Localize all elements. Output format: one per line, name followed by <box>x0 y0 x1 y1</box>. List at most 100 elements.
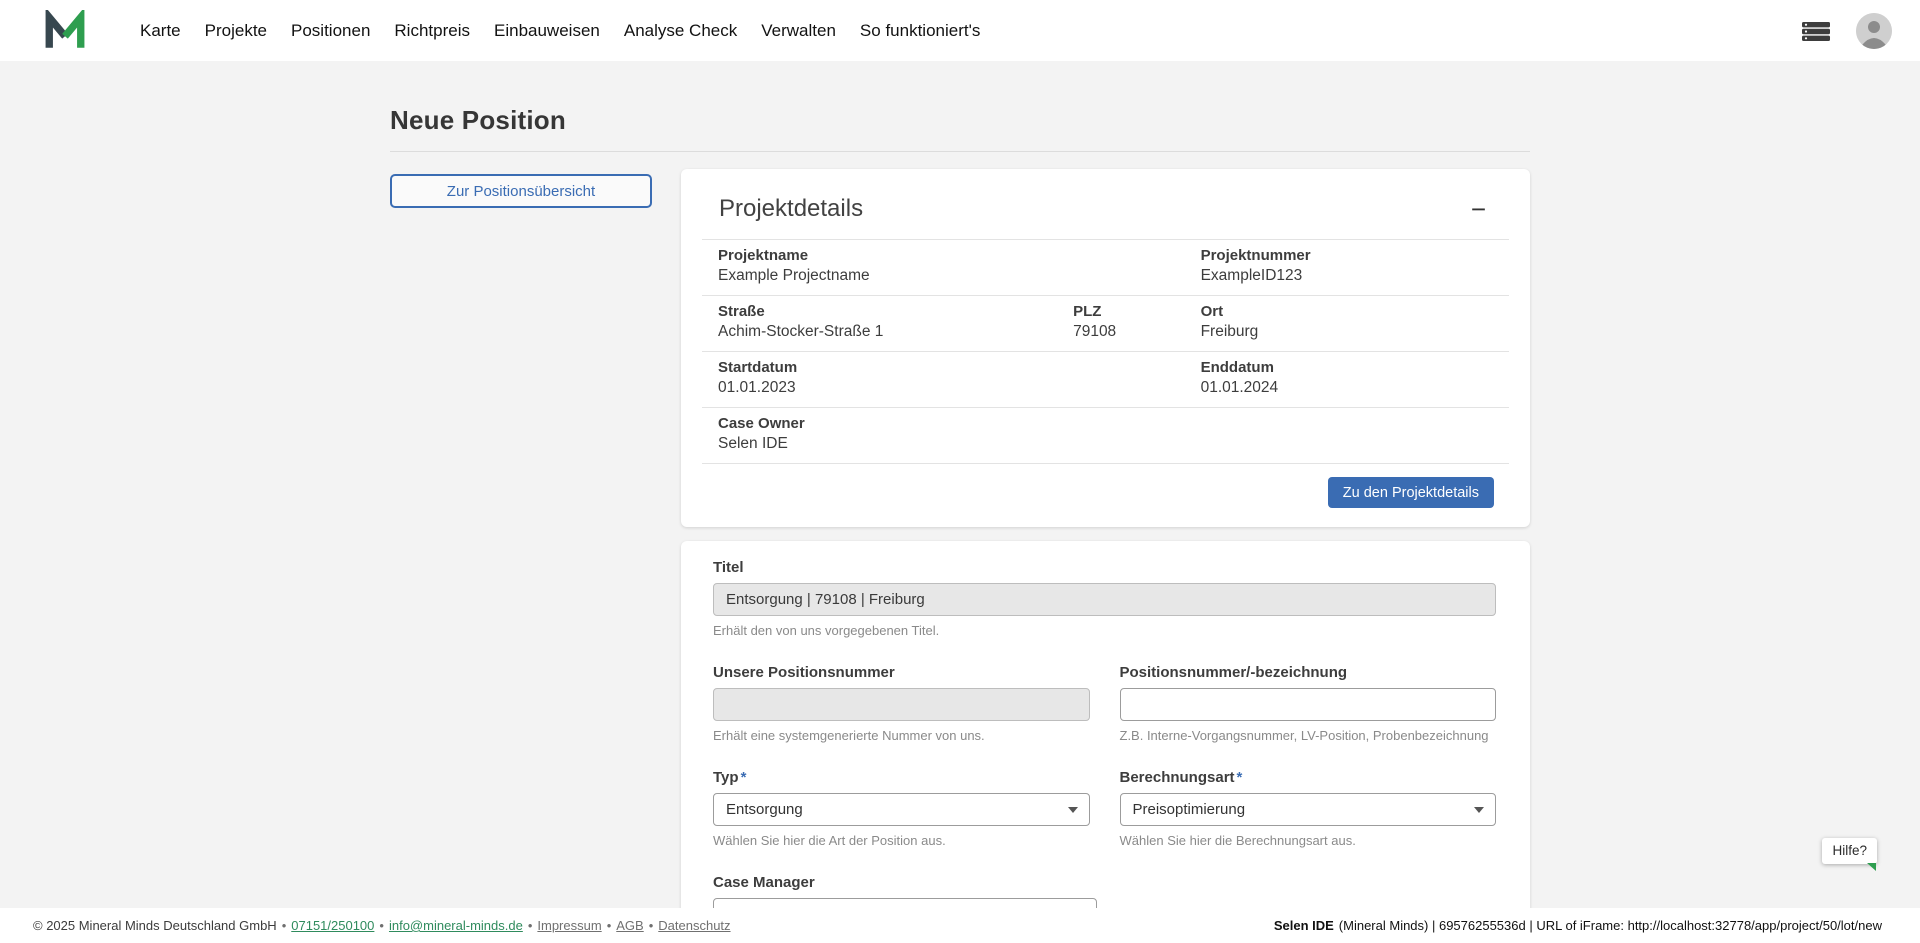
email-link[interactable]: info@mineral-minds.de <box>389 918 523 933</box>
separator: • <box>649 918 654 933</box>
session-details: (Mineral Minds) | 69576255536d | URL of … <box>1339 918 1882 933</box>
typ-selected-value: Entsorgung <box>726 801 803 818</box>
table-row: Case Owner Selen IDE <box>702 408 1509 464</box>
field-strasse: Straße Achim-Stocker-Straße 1 <box>702 296 1057 351</box>
chevron-down-icon <box>1474 807 1484 813</box>
project-details-table: Projektname Example Projectname Projektn… <box>702 239 1509 464</box>
project-details-title: Projektdetails <box>719 195 863 223</box>
field-value: Selen IDE <box>718 435 1041 453</box>
new-position-form-card: Titel Erhält den von uns vorgegebenen Ti… <box>681 541 1530 908</box>
chevron-down-icon <box>1068 807 1078 813</box>
session-user: Selen IDE <box>1274 918 1334 933</box>
left-column: Zur Positionsübersicht <box>390 169 652 908</box>
separator: • <box>282 918 287 933</box>
case-manager-field: Case Manager <box>713 874 1097 908</box>
nav-item-positionen[interactable]: Positionen <box>291 21 370 41</box>
datenschutz-link[interactable]: Datenschutz <box>658 918 730 933</box>
field-projektnummer: Projektnummer ExampleID123 <box>1185 240 1509 295</box>
berechnungsart-label: Berechnungsart* <box>1120 769 1497 786</box>
nav-item-richtpreis[interactable]: Richtpreis <box>394 21 470 41</box>
table-row: Straße Achim-Stocker-Straße 1 PLZ 79108 … <box>702 296 1509 352</box>
phone-link[interactable]: 07151/250100 <box>291 918 374 933</box>
title-divider <box>390 151 1530 152</box>
right-column: Projektdetails − Projektname Example Pro… <box>681 169 1530 908</box>
titel-input <box>713 583 1496 616</box>
nav-item-verwalten[interactable]: Verwalten <box>761 21 836 41</box>
nav-item-karte[interactable]: Karte <box>140 21 181 41</box>
main-content-area: Neue Position Zur Positionsübersicht Pro… <box>0 61 1920 908</box>
unsere-positionsnummer-helper-text: Erhält eine systemgenerierte Nummer von … <box>713 728 1090 743</box>
typ-select[interactable]: Entsorgung <box>713 793 1090 826</box>
top-navbar: Karte Projekte Positionen Richtpreis Ein… <box>0 0 1920 61</box>
footer-session-info: Selen IDE (Mineral Minds) | 69576255536d… <box>1274 918 1882 933</box>
field-label: Projektname <box>718 247 1041 264</box>
copyright-text: © 2025 Mineral Minds Deutschland GmbH <box>33 918 277 933</box>
agb-link[interactable]: AGB <box>616 918 643 933</box>
typ-label-text: Typ <box>713 769 739 786</box>
go-to-project-details-button[interactable]: Zu den Projektdetails <box>1328 477 1494 508</box>
nav-item-analyse-check[interactable]: Analyse Check <box>624 21 737 41</box>
field-label: Straße <box>718 303 1041 320</box>
field-plz: PLZ 79108 <box>1057 296 1185 351</box>
footer: © 2025 Mineral Minds Deutschland GmbH • … <box>0 908 1920 943</box>
typ-field: Typ* Entsorgung Wählen Sie hier die Art … <box>713 769 1090 848</box>
field-label: Startdatum <box>718 359 1041 376</box>
separator: • <box>379 918 384 933</box>
user-avatar-icon[interactable] <box>1856 13 1892 49</box>
required-asterisk: * <box>741 769 747 786</box>
titel-helper-text: Erhält den von uns vorgegebenen Titel. <box>713 623 1496 638</box>
collapse-card-button[interactable]: − <box>1465 195 1492 223</box>
field-value: ExampleID123 <box>1201 267 1493 285</box>
impressum-link[interactable]: Impressum <box>537 918 601 933</box>
field-value: Example Projectname <box>718 267 1041 285</box>
field-label: Ort <box>1201 303 1493 320</box>
titel-label: Titel <box>713 559 1496 576</box>
project-details-card: Projektdetails − Projektname Example Pro… <box>681 169 1530 527</box>
field-value: 79108 <box>1073 323 1169 341</box>
berechnungsart-helper-text: Wählen Sie hier die Berechnungsart aus. <box>1120 833 1497 848</box>
field-case-owner: Case Owner Selen IDE <box>702 408 1057 463</box>
unsere-positionsnummer-field: Unsere Positionsnummer Erhält eine syste… <box>713 664 1090 743</box>
unsere-positionsnummer-label: Unsere Positionsnummer <box>713 664 1090 681</box>
berechnungsart-label-text: Berechnungsart <box>1120 769 1235 786</box>
field-value: 01.01.2024 <box>1201 379 1493 397</box>
field-value: 01.01.2023 <box>718 379 1041 397</box>
separator: • <box>607 918 612 933</box>
nav-item-projekte[interactable]: Projekte <box>205 21 267 41</box>
field-label: PLZ <box>1073 303 1169 320</box>
back-to-positions-button[interactable]: Zur Positionsübersicht <box>390 174 652 208</box>
typ-helper-text: Wählen Sie hier die Art der Position aus… <box>713 833 1090 848</box>
typ-label: Typ* <box>713 769 1090 786</box>
positionsnummer-helper-text: Z.B. Interne-Vorgangsnummer, LV-Position… <box>1120 728 1497 743</box>
unsere-positionsnummer-input <box>713 688 1090 721</box>
field-value: Achim-Stocker-Straße 1 <box>718 323 1041 341</box>
berechnungsart-select[interactable]: Preisoptimierung <box>1120 793 1497 826</box>
help-button[interactable]: Hilfe? <box>1822 838 1877 864</box>
field-label: Case Owner <box>718 415 1041 432</box>
field-label: Projektnummer <box>1201 247 1493 264</box>
positionsnummer-input[interactable] <box>1120 688 1497 721</box>
case-manager-label: Case Manager <box>713 874 1097 891</box>
case-manager-select[interactable] <box>713 898 1097 908</box>
table-row: Startdatum 01.01.2023 Enddatum 01.01.202… <box>702 352 1509 408</box>
nav-item-so-funktionierts[interactable]: So funktioniert's <box>860 21 980 41</box>
required-asterisk: * <box>1237 769 1243 786</box>
main-navigation: Karte Projekte Positionen Richtpreis Ein… <box>140 21 980 41</box>
titel-field: Titel Erhält den von uns vorgegebenen Ti… <box>713 559 1496 638</box>
field-startdatum: Startdatum 01.01.2023 <box>702 352 1057 407</box>
navbar-right-controls <box>1800 13 1892 49</box>
field-ort: Ort Freiburg <box>1185 296 1509 351</box>
table-row: Projektname Example Projectname Projektn… <box>702 240 1509 296</box>
field-projektname: Projektname Example Projectname <box>702 240 1057 295</box>
berechnungsart-selected-value: Preisoptimierung <box>1133 801 1246 818</box>
field-value: Freiburg <box>1201 323 1493 341</box>
mineral-minds-logo-icon[interactable] <box>44 10 86 52</box>
footer-left: © 2025 Mineral Minds Deutschland GmbH • … <box>33 918 731 933</box>
server-icon[interactable] <box>1800 19 1832 43</box>
positionsnummer-field: Positionsnummer/-bezeichnung Z.B. Intern… <box>1120 664 1497 743</box>
field-label: Enddatum <box>1201 359 1493 376</box>
nav-item-einbauweisen[interactable]: Einbauweisen <box>494 21 600 41</box>
separator: • <box>528 918 533 933</box>
positionsnummer-label: Positionsnummer/-bezeichnung <box>1120 664 1497 681</box>
field-enddatum: Enddatum 01.01.2024 <box>1185 352 1509 407</box>
